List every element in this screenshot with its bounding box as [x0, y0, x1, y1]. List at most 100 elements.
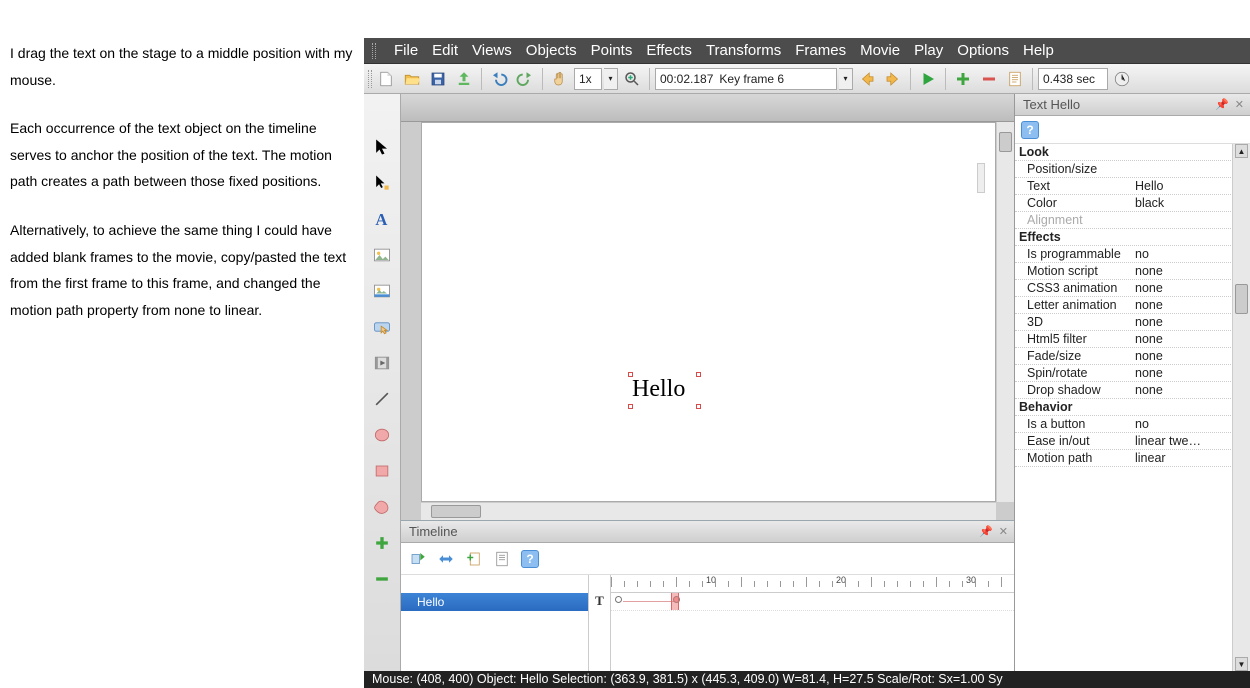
menu-help[interactable]: Help	[1023, 42, 1054, 59]
clock-button[interactable]	[1110, 67, 1134, 91]
movieclip-tool[interactable]	[369, 350, 395, 376]
pin-icon[interactable]: 📌	[979, 525, 993, 538]
stage-vscrollbar[interactable]	[996, 122, 1014, 502]
menu-movie[interactable]: Movie	[860, 42, 900, 59]
properties-vscrollbar[interactable]: ▲ ▼	[1232, 144, 1250, 671]
menu-frames[interactable]: Frames	[795, 42, 846, 59]
add-layer-tool[interactable]	[369, 530, 395, 556]
selection-handle[interactable]	[628, 404, 633, 409]
stage-canvas[interactable]: Hello	[421, 122, 996, 502]
menu-play[interactable]: Play	[914, 42, 943, 59]
keyframe-marker[interactable]	[615, 596, 622, 603]
new-file-icon	[377, 70, 395, 88]
tween-span[interactable]	[623, 601, 675, 602]
remove-button[interactable]	[977, 67, 1001, 91]
menu-points[interactable]: Points	[591, 42, 633, 59]
menu-options[interactable]: Options	[957, 42, 1009, 59]
help-icon[interactable]: ?	[1021, 121, 1039, 139]
frame-dropdown[interactable]: ▾	[839, 68, 853, 90]
polygon-tool[interactable]	[369, 494, 395, 520]
tl-help-button[interactable]: ?	[519, 548, 541, 570]
separator	[945, 68, 946, 90]
line-tool[interactable]	[369, 386, 395, 412]
prop-row-position-size[interactable]: Position/size	[1015, 161, 1231, 178]
tl-move-button[interactable]	[435, 548, 457, 570]
prop-row-text[interactable]: TextHello	[1015, 178, 1231, 195]
ellipse-tool[interactable]	[369, 422, 395, 448]
stage-hscrollbar[interactable]	[421, 502, 996, 520]
tl-addframe-button[interactable]	[463, 548, 485, 570]
selection-handle[interactable]	[696, 372, 701, 377]
text-tool[interactable]: A	[369, 206, 395, 232]
scroll-thumb[interactable]	[999, 132, 1012, 152]
redo-button[interactable]	[513, 67, 537, 91]
prop-row-letter-animation[interactable]: Letter animationnone	[1015, 297, 1231, 314]
prop-row-drop-shadow[interactable]: Drop shadownone	[1015, 382, 1231, 399]
tl-script-button[interactable]	[491, 548, 513, 570]
subselect-tool[interactable]	[369, 170, 395, 196]
menu-objects[interactable]: Objects	[526, 42, 577, 59]
timeline-track[interactable]	[611, 593, 1014, 611]
remove-layer-tool[interactable]	[369, 566, 395, 592]
zoom-dropdown[interactable]: ▾	[604, 68, 618, 90]
undo-button[interactable]	[487, 67, 511, 91]
prop-row-motion-path[interactable]: Motion pathlinear	[1015, 450, 1231, 467]
add-button[interactable]	[951, 67, 975, 91]
zoom-in-button[interactable]	[620, 67, 644, 91]
prop-row-3d[interactable]: 3Dnone	[1015, 314, 1231, 331]
menu-edit[interactable]: Edit	[432, 42, 458, 59]
open-button[interactable]	[400, 67, 424, 91]
properties-title: Text Hello 📌 ✕	[1015, 94, 1250, 116]
prop-row-is-programmable[interactable]: Is programmableno	[1015, 246, 1231, 263]
prop-row-fade-size[interactable]: Fade/sizenone	[1015, 348, 1231, 365]
timeline-track-area[interactable]: 10 20 30	[611, 575, 1014, 671]
scroll-down-button[interactable]: ▼	[1235, 657, 1248, 671]
prop-row-css3-animation[interactable]: CSS3 animationnone	[1015, 280, 1231, 297]
scroll-up-button[interactable]: ▲	[1235, 144, 1248, 158]
rect-tool[interactable]	[369, 458, 395, 484]
notes-button[interactable]	[1003, 67, 1027, 91]
hand-tool-button[interactable]	[548, 67, 572, 91]
stage-header	[401, 94, 1014, 122]
scroll-thumb[interactable]	[431, 505, 481, 518]
tl-insert-button[interactable]	[407, 548, 429, 570]
tool-palette: A	[364, 94, 401, 671]
prop-row-html5-filter[interactable]: Html5 filternone	[1015, 331, 1231, 348]
video-tool[interactable]	[369, 278, 395, 304]
save-button[interactable]	[426, 67, 450, 91]
next-frame-button[interactable]	[881, 67, 905, 91]
pin-icon[interactable]: 📌	[1215, 98, 1229, 111]
close-icon[interactable]: ✕	[1235, 98, 1244, 111]
grip-icon	[372, 43, 376, 59]
selection-handle[interactable]	[628, 372, 633, 377]
duration-input[interactable]: 0.438 sec	[1038, 68, 1108, 90]
playhead[interactable]	[671, 593, 679, 610]
selection-handle[interactable]	[696, 404, 701, 409]
prev-frame-button[interactable]	[855, 67, 879, 91]
timeline-ruler[interactable]: 10 20 30	[611, 575, 1014, 593]
menu-views[interactable]: Views	[472, 42, 512, 59]
prop-row-color[interactable]: Colorblack	[1015, 195, 1231, 212]
menu-file[interactable]: File	[394, 42, 418, 59]
button-tool[interactable]	[369, 314, 395, 340]
export-button[interactable]	[452, 67, 476, 91]
prop-row-is-a-button[interactable]: Is a buttonno	[1015, 416, 1231, 433]
zoom-input[interactable]: 1x	[574, 68, 602, 90]
menubar: File Edit Views Objects Points Effects T…	[364, 38, 1250, 64]
new-button[interactable]	[374, 67, 398, 91]
stage-side-handle[interactable]	[977, 163, 985, 193]
menu-effects[interactable]: Effects	[646, 42, 692, 59]
image-tool[interactable]	[369, 242, 395, 268]
menu-transforms[interactable]: Transforms	[706, 42, 781, 59]
close-icon[interactable]: ✕	[999, 525, 1008, 538]
select-tool[interactable]	[369, 134, 395, 160]
time-frame-display[interactable]: 00:02.187 Key frame 6	[655, 68, 837, 90]
redo-icon	[516, 70, 534, 88]
scroll-thumb[interactable]	[1235, 284, 1248, 314]
play-button[interactable]	[916, 67, 940, 91]
stage-text-object[interactable]: Hello	[632, 376, 685, 403]
prop-row-spin-rotate[interactable]: Spin/rotatenone	[1015, 365, 1231, 382]
prop-row-ease-in-out[interactable]: Ease in/outlinear twe…	[1015, 433, 1231, 450]
prop-row-motion-script[interactable]: Motion scriptnone	[1015, 263, 1231, 280]
timeline-layer-row[interactable]: Hello	[401, 593, 588, 611]
